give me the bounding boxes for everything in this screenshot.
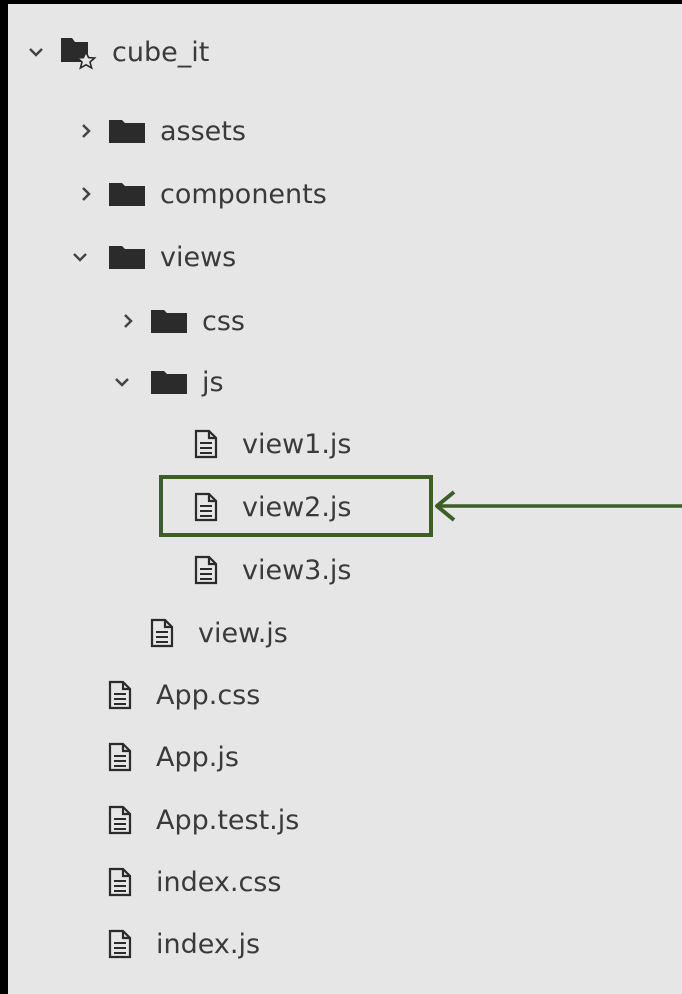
tree-item-label: views xyxy=(160,241,237,273)
folder-icon xyxy=(150,369,188,395)
arrow-left-icon xyxy=(435,490,682,522)
tree-item-label: App.js xyxy=(156,741,239,773)
chevron-down-icon[interactable] xyxy=(26,42,46,62)
tree-item-label: js xyxy=(202,366,224,398)
tree-item-label: cube_it xyxy=(112,36,210,68)
tree-item-label: assets xyxy=(160,115,246,147)
folder-icon xyxy=(108,118,146,144)
tree-root-cube-it[interactable]: cube_it xyxy=(26,27,209,77)
tree-file-view1-js[interactable]: view1.js xyxy=(194,419,352,469)
folder-icon xyxy=(108,244,146,270)
file-icon xyxy=(108,929,132,959)
folder-icon xyxy=(150,308,188,334)
tree-item-label: index.css xyxy=(156,866,282,898)
tree-item-label: view.js xyxy=(198,617,288,649)
tree-item-label: index.js xyxy=(156,928,261,960)
tree-folder-js[interactable]: js xyxy=(112,357,224,407)
tree-folder-views[interactable]: views xyxy=(70,232,236,282)
file-tree-panel: cube_it assets components views css js v… xyxy=(0,0,682,994)
tree-file-app-test-js[interactable]: App.test.js xyxy=(108,795,299,845)
tree-folder-assets[interactable]: assets xyxy=(76,106,246,156)
file-icon xyxy=(108,805,132,835)
file-icon xyxy=(194,555,218,585)
tree-file-view-js[interactable]: view.js xyxy=(150,608,288,658)
chevron-right-icon[interactable] xyxy=(76,184,96,204)
file-icon xyxy=(194,429,218,459)
tree-item-label: App.test.js xyxy=(156,804,300,836)
tree-folder-components[interactable]: components xyxy=(76,169,327,219)
tree-file-app-js[interactable]: App.js xyxy=(108,732,239,782)
chevron-right-icon[interactable] xyxy=(76,121,96,141)
tree-item-label: view1.js xyxy=(242,428,352,460)
tree-file-index-js[interactable]: index.js xyxy=(108,919,260,969)
file-icon xyxy=(108,742,132,772)
tree-item-label: css xyxy=(202,305,245,337)
tree-item-label: view3.js xyxy=(242,554,352,586)
tree-item-label: components xyxy=(160,178,327,210)
tree-file-index-css[interactable]: index.css xyxy=(108,857,281,907)
chevron-down-icon[interactable] xyxy=(70,247,90,267)
file-icon xyxy=(108,680,132,710)
project-folder-icon xyxy=(58,32,98,72)
chevron-down-icon[interactable] xyxy=(112,372,132,392)
folder-icon xyxy=(108,181,146,207)
tree-item-label: App.css xyxy=(156,679,261,711)
file-icon xyxy=(108,867,132,897)
tree-file-view3-js[interactable]: view3.js xyxy=(194,545,352,595)
chevron-right-icon[interactable] xyxy=(118,311,138,331)
tree-folder-css[interactable]: css xyxy=(118,296,245,346)
tree-file-app-css[interactable]: App.css xyxy=(108,670,260,720)
highlight-box xyxy=(159,475,433,537)
file-icon xyxy=(150,618,174,648)
